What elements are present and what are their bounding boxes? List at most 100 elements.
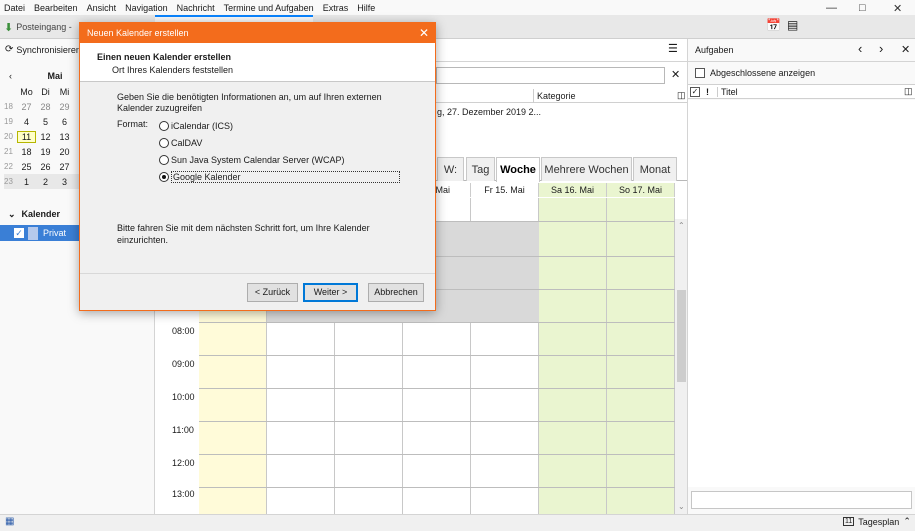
menu-termine[interactable]: Termine und Aufgaben <box>224 3 314 13</box>
maximize-icon[interactable]: □ <box>859 2 866 14</box>
day-column-weekend[interactable] <box>539 198 607 514</box>
priority-column-icon[interactable]: ! <box>706 87 709 97</box>
day-header[interactable]: Fr 15. Mai <box>471 183 539 197</box>
column-picker-icon[interactable]: ◫ <box>677 90 686 101</box>
column-picker-icon[interactable]: ◫ <box>904 86 913 97</box>
day-cell[interactable]: 26 <box>36 162 55 172</box>
day-cell[interactable]: 29 <box>55 102 74 112</box>
tab-inbox[interactable]: ⬇ Posteingang - <box>4 18 72 36</box>
day-cell[interactable]: 27 <box>55 162 74 172</box>
tab-multiweek[interactable]: Mehrere Wochen <box>541 157 632 181</box>
next-button[interactable]: Weiter > <box>303 283 358 302</box>
close-pane-icon[interactable]: ✕ <box>901 43 910 56</box>
tasks-tab-icon[interactable]: ▤ <box>787 18 798 32</box>
format-label: Format: <box>117 119 149 129</box>
checkbox-unchecked-icon[interactable] <box>695 68 705 78</box>
column-header-kategorie[interactable]: Kategorie <box>533 89 676 103</box>
menu-datei[interactable]: Datei <box>4 3 25 13</box>
day-cell[interactable]: 18 <box>17 147 36 157</box>
radio-icon[interactable] <box>159 121 169 131</box>
week-number: 22 <box>4 162 13 171</box>
chevron-down-icon: ⌄ <box>8 209 16 219</box>
dialog-subheading: Ort Ihres Kalenders feststellen <box>112 65 234 75</box>
day-header[interactable]: So 17. Mai <box>607 183 675 197</box>
minimize-icon[interactable]: — <box>826 2 837 14</box>
day-cell[interactable]: 4 <box>17 117 36 127</box>
radio-icon[interactable] <box>159 155 169 165</box>
day-column-weekend[interactable] <box>607 198 675 514</box>
close-icon[interactable]: ✕ <box>419 23 429 43</box>
option-google[interactable]: Google Kalender <box>159 170 400 184</box>
scroll-down-icon[interactable]: ⌄ <box>678 502 685 511</box>
dialog-title: Neuen Kalender erstellen <box>80 23 435 43</box>
completed-column-icon[interactable]: ✓ <box>690 86 700 97</box>
close-window-icon[interactable]: ✕ <box>893 2 902 15</box>
tab-month[interactable]: Monat <box>633 157 677 181</box>
column-header-titel[interactable]: Titel <box>717 86 904 97</box>
day-cell[interactable]: 2 <box>36 177 55 187</box>
time-label: 13:00 <box>172 489 195 499</box>
scroll-up-icon[interactable]: ⌃ <box>678 221 685 230</box>
back-button[interactable]: < Zurück <box>247 283 298 302</box>
week-number: 19 <box>4 117 13 126</box>
task-list[interactable] <box>688 100 915 487</box>
option-caldav[interactable]: CalDAV <box>159 136 202 150</box>
option-label: Sun Java System Calendar Server (WCAP) <box>171 155 345 165</box>
menu-hamburger-icon[interactable]: ☰ <box>668 42 678 55</box>
hour-line <box>199 388 675 389</box>
prev-month-icon[interactable]: ‹ <box>4 71 17 81</box>
day-cell-today[interactable]: 11 <box>17 130 36 143</box>
day-cell[interactable]: 1 <box>17 177 36 187</box>
dialog-note: Bitte fahren Sie mit dem nächsten Schrit… <box>117 223 370 245</box>
hour-line <box>199 487 675 488</box>
dialog-instruction: Geben Sie die benötigten Informationen a… <box>117 92 382 113</box>
chevron-left-icon[interactable]: ‹ <box>858 41 862 56</box>
event-list-row[interactable]: g, 27. Dezember 2019 2... <box>437 107 541 117</box>
inbox-icon: ⬇ <box>4 21 14 34</box>
day-cell[interactable]: 20 <box>55 147 74 157</box>
sync-button[interactable]: ⟳ Synchronisieren <box>5 44 81 55</box>
day-cell[interactable]: 27 <box>17 102 36 112</box>
option-label: iCalendar (ICS) <box>171 121 234 131</box>
chevron-right-icon[interactable]: › <box>879 41 883 56</box>
checkbox-checked-icon[interactable]: ✓ <box>14 228 24 238</box>
day-cell[interactable]: 13 <box>55 132 74 142</box>
day-cell[interactable]: 28 <box>36 102 55 112</box>
week-number: 21 <box>4 147 13 156</box>
tab-kw[interactable]: W: 20 <box>437 157 464 200</box>
day-cell[interactable]: 19 <box>36 147 55 157</box>
day-cell[interactable]: 12 <box>36 132 55 142</box>
radio-selected-icon[interactable] <box>159 172 169 182</box>
tagesplan-toggle[interactable]: 11 Tagesplan ⌃ <box>843 516 911 527</box>
show-completed-toggle[interactable]: Abgeschlossene anzeigen <box>695 68 815 78</box>
radio-icon[interactable] <box>159 138 169 148</box>
time-label: 09:00 <box>172 359 195 369</box>
online-status-icon[interactable]: ▦ <box>5 516 14 527</box>
option-wcap[interactable]: Sun Java System Calendar Server (WCAP) <box>159 153 345 167</box>
sync-icon: ⟳ <box>5 44 14 55</box>
menu-nachricht[interactable]: Nachricht <box>177 3 215 13</box>
new-task-input[interactable] <box>691 491 912 509</box>
menu-bearbeiten[interactable]: Bearbeiten <box>34 3 78 13</box>
cancel-button[interactable]: Abbrechen <box>368 283 424 302</box>
status-bar <box>0 514 915 531</box>
day-header[interactable]: Sa 16. Mai <box>539 183 607 197</box>
menu-navigation[interactable]: Navigation <box>125 3 168 13</box>
tab-day[interactable]: Tag <box>466 157 495 181</box>
day-cell[interactable]: 25 <box>17 162 36 172</box>
menu-extras[interactable]: Extras <box>323 3 349 13</box>
menu-ansicht[interactable]: Ansicht <box>87 3 117 13</box>
tab-week[interactable]: Woche <box>496 157 540 182</box>
day-cell[interactable]: 3 <box>55 177 74 187</box>
search-input[interactable] <box>436 67 665 84</box>
menu-hilfe[interactable]: Hilfe <box>357 3 375 13</box>
calendar-tab-icon[interactable]: 📅 <box>766 18 781 32</box>
scrollbar-thumb[interactable] <box>677 290 686 382</box>
dialog-header: Einen neuen Kalender erstellen Ort Ihres… <box>80 43 435 82</box>
day-cell[interactable]: 6 <box>55 117 74 127</box>
clear-search-icon[interactable]: ✕ <box>671 68 680 81</box>
calendars-heading-label: Kalender <box>21 209 61 219</box>
day-cell[interactable]: 5 <box>36 117 55 127</box>
calendars-heading[interactable]: ⌄ Kalender <box>8 209 60 220</box>
option-icalendar[interactable]: iCalendar (ICS) <box>159 119 233 133</box>
